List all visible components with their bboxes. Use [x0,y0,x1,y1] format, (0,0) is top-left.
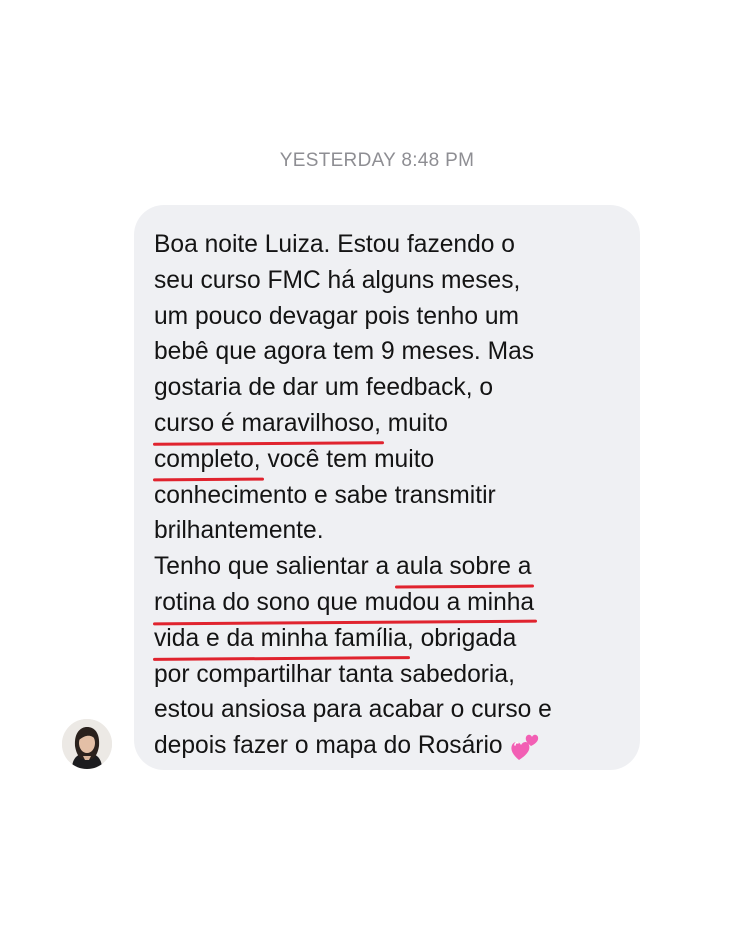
underlined-phrase: vida e da minha família [154,621,407,657]
message-text: , obrigada [406,624,517,652]
message-line: por compartilhar tanta sabedoria, [154,660,515,688]
message-line: Tenho que salientar a aula sobre a [154,549,620,585]
underlined-phrase: rotina do sono que mudou a minha [154,585,534,621]
message-line: rotina do sono que mudou a minha [154,585,620,621]
message-line: conhecimento e sabe transmitir [154,481,496,509]
message-line: depois fazer o mapa do Rosário [154,728,620,764]
message-line: gostaria de dar um feedback, o [154,374,494,402]
message-line: bebê que agora tem 9 meses. Mas [154,338,535,366]
message-line: curso é maravilhoso, muito [154,406,620,442]
message-line: seu curso FMC há alguns meses, [154,266,521,294]
two-hearts-icon [511,734,538,760]
message-timestamp: YESTERDAY 8:48 PM [279,150,475,171]
message-line: um pouco devagar pois tenho um [154,302,520,330]
message-text: você tem muito [260,445,435,473]
message-line: Boa noite Luiza. Estou fazendo o [154,231,515,258]
message-text: muito [380,409,448,437]
underlined-phrase: completo, [154,442,261,478]
underlined-phrase: aula sobre a [396,549,531,585]
message-text: Tenho que salientar a [154,553,397,581]
sender-avatar[interactable] [62,719,112,769]
message-line: vida e da minha família, obrigada [154,621,620,657]
message-bubble[interactable]: Boa noite Luiza. Estou fazendo o seu cur… [134,205,640,770]
underlined-phrase: curso é maravilhoso, [154,406,381,442]
message-line: brilhantemente. [154,517,324,545]
message-line: completo, você tem muito [154,442,620,478]
avatar-photo-icon [62,719,112,769]
message-text: depois fazer o mapa do Rosário [154,732,503,760]
message-line: estou ansiosa para acabar o curso e [154,696,552,724]
